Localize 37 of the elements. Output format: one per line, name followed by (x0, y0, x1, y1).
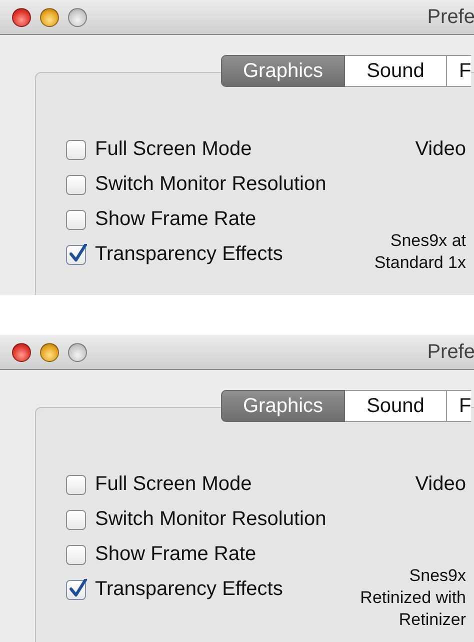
checkbox[interactable] (66, 580, 86, 600)
checkbox-label: Show Frame Rate (95, 543, 256, 566)
tab[interactable]: F (447, 55, 472, 87)
minimize-button[interactable] (40, 8, 59, 26)
zoom-button[interactable] (68, 342, 87, 362)
tab[interactable]: Graphics (221, 390, 345, 422)
caption-text: Retinized with (360, 587, 466, 609)
checkbox-label: Transparency Effects (95, 243, 283, 266)
checkbox-label: Full Screen Mode (95, 473, 252, 496)
checkbox-label: Switch Monitor Resolution (95, 508, 326, 531)
minimize-button[interactable] (40, 342, 59, 362)
close-button[interactable] (12, 8, 31, 26)
column-label: Video (415, 137, 466, 162)
checkbox[interactable] (66, 474, 86, 494)
caption-text: Standard 1x (374, 252, 466, 274)
column-label: Video (415, 472, 466, 497)
window-title: Prefe (427, 6, 474, 28)
caption-text: Snes9x (409, 565, 466, 587)
caption-text: Snes9x at (390, 230, 466, 252)
checkbox[interactable] (66, 210, 86, 230)
window-title: Prefe (427, 340, 474, 364)
checkbox[interactable] (66, 544, 86, 564)
tab[interactable]: Graphics (221, 55, 345, 87)
checkbox-label: Transparency Effects (95, 578, 283, 601)
zoom-button[interactable] (68, 8, 87, 26)
checkbox[interactable] (66, 140, 86, 160)
checkbox-label: Switch Monitor Resolution (95, 173, 326, 196)
tab[interactable]: Sound (345, 55, 447, 87)
checkbox[interactable] (66, 244, 86, 264)
caption-text: Retinizer (398, 609, 466, 631)
checkbox-label: Show Frame Rate (95, 208, 256, 231)
tab[interactable]: F (447, 390, 472, 422)
close-button[interactable] (12, 342, 31, 362)
tab[interactable]: Sound (345, 390, 447, 422)
checkbox[interactable] (66, 510, 86, 530)
checkbox[interactable] (66, 174, 86, 194)
checkbox-label: Full Screen Mode (95, 138, 252, 161)
